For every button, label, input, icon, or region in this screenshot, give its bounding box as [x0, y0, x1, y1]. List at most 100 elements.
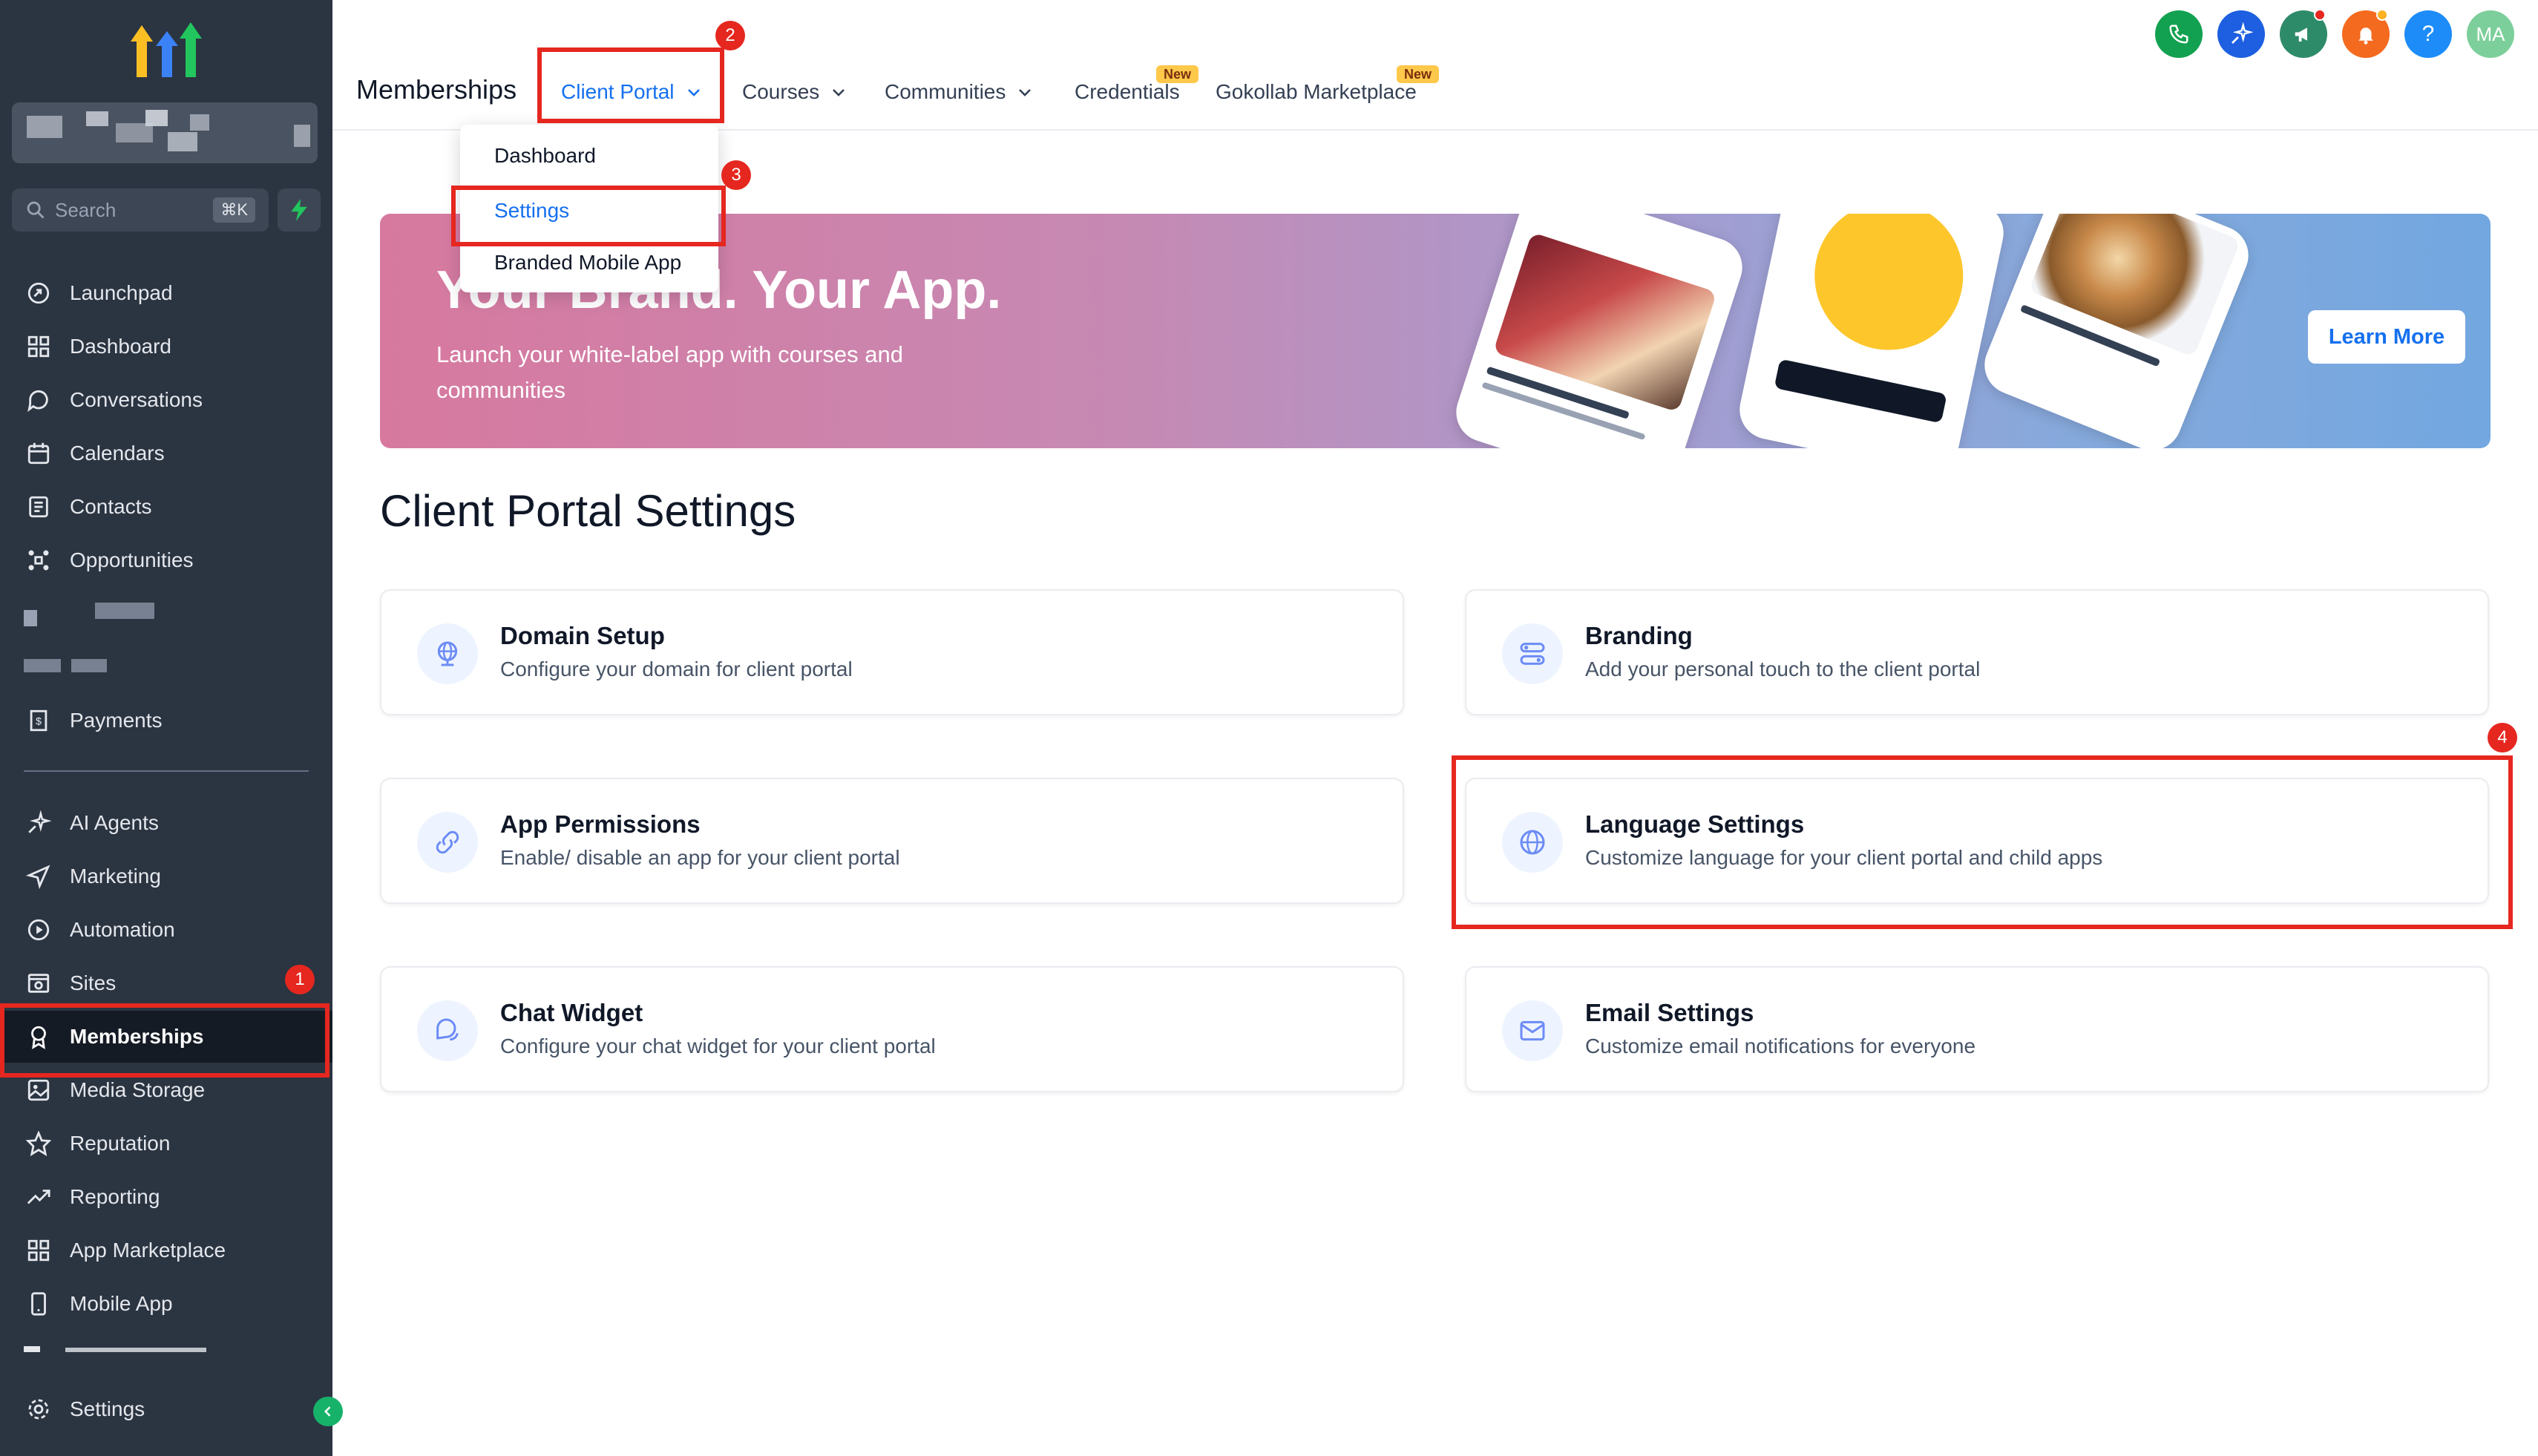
tab-label: Credentials [1075, 80, 1180, 103]
phone-button[interactable] [2155, 10, 2203, 58]
sidebar-item-launchpad[interactable]: Launchpad [0, 267, 332, 319]
card-description: Configure your chat widget for your clie… [500, 1034, 936, 1057]
blurred-item-label [95, 603, 154, 619]
card-domain-setup[interactable]: Domain Setup Configure your domain for c… [380, 589, 1404, 715]
calendar-icon [24, 439, 53, 468]
trend-icon [24, 1182, 53, 1212]
chat-widget-icon [417, 1000, 478, 1061]
card-description: Enable/ disable an app for your client p… [500, 846, 900, 869]
card-title: Chat Widget [500, 999, 643, 1026]
sidebar: Search ⌘K Launchpad Dashboard Conversati… [0, 0, 332, 1456]
chevron-down-icon [1019, 89, 1032, 96]
bell-icon [2358, 27, 2373, 45]
account-switcher[interactable] [12, 102, 318, 163]
sparkle-icon [2232, 22, 2253, 44]
banner-subtitle: Launch your white-label app with courses… [436, 341, 903, 403]
sparkle-icon [24, 808, 53, 838]
logo[interactable] [129, 18, 203, 82]
send-icon [24, 862, 53, 891]
sidebar-item-label: Conversations [70, 388, 203, 411]
sidebar-item-dashboard[interactable]: Dashboard [0, 321, 332, 373]
blurred-item-icon [24, 659, 61, 672]
sidebar-item-label: Contacts [70, 495, 152, 518]
avatar[interactable]: MA [2467, 10, 2514, 58]
notification-dot [2376, 9, 2388, 21]
sidebar-item-label: Opportunities [70, 548, 194, 571]
page-title: Memberships [356, 74, 517, 105]
card-app-permissions[interactable]: App Permissions Enable/ disable an app f… [380, 778, 1404, 904]
tab-credentials[interactable]: Credentials [1075, 80, 1180, 104]
tab-gokollab-marketplace[interactable]: Gokollab Marketplace [1216, 80, 1417, 104]
sidebar-item-reporting[interactable]: Reporting [0, 1171, 332, 1223]
sidebar-item-label: Reporting [70, 1185, 160, 1208]
new-badge: New [1156, 65, 1199, 83]
tab-communities[interactable]: Communities [885, 80, 1034, 104]
sidebar-item-payments[interactable]: $ Payments [0, 695, 332, 747]
dropdown-item-dashboard[interactable]: Dashboard [494, 144, 596, 168]
globe-pin-icon [417, 623, 478, 684]
card-title: App Permissions [500, 810, 701, 838]
card-description: Customize email notifications for everyo… [1585, 1034, 1976, 1057]
card-title: Branding [1585, 622, 1693, 649]
gear-icon [24, 1394, 53, 1424]
phone-mockup [1734, 214, 2010, 448]
partial-item-label [65, 1348, 206, 1352]
ai-assistant-button[interactable] [2217, 10, 2265, 58]
sidebar-item-label: Marketing [70, 865, 161, 888]
card-email-settings[interactable]: Email Settings Customize email notificat… [1465, 966, 2489, 1092]
annotation-badge-2: 2 [715, 21, 745, 50]
sidebar-divider [24, 770, 309, 772]
mobile-icon [24, 1289, 53, 1319]
annotation-badge-4: 4 [2488, 723, 2517, 752]
sidebar-item-label: Mobile App [70, 1292, 173, 1315]
tab-label: Courses [742, 80, 820, 103]
dropdown-item-branded-mobile-app[interactable]: Branded Mobile App [494, 251, 681, 275]
svg-text:$: $ [36, 716, 42, 728]
new-badge: New [1397, 65, 1440, 83]
blurred-item-icon [24, 610, 37, 626]
sidebar-item-app-marketplace[interactable]: App Marketplace [0, 1224, 332, 1276]
phone-mockup [1975, 214, 2257, 448]
sidebar-item-sites[interactable]: Sites [0, 957, 332, 1009]
sidebar-item-label: Launchpad [70, 281, 173, 304]
sidebar-item-opportunities[interactable]: Opportunities [0, 534, 332, 586]
sidebar-item-calendars[interactable]: Calendars [0, 427, 332, 479]
sidebar-item-label: Automation [70, 918, 175, 941]
sidebar-item-mobile-app[interactable]: Mobile App [0, 1278, 332, 1330]
sidebar-item-contacts[interactable]: Contacts [0, 481, 332, 533]
sidebar-item-reputation[interactable]: Reputation [0, 1118, 332, 1170]
chevron-down-icon [833, 89, 845, 96]
link-icon [417, 812, 478, 873]
help-button[interactable]: ? [2404, 10, 2452, 58]
sidebar-item-marketing[interactable]: Marketing [0, 850, 332, 902]
megaphone-icon [2295, 27, 2307, 42]
sidebar-item-label: App Marketplace [70, 1239, 226, 1262]
sidebar-item-settings[interactable]: Settings [0, 1383, 332, 1435]
card-description: Configure your domain for client portal [500, 658, 853, 681]
search-input[interactable]: Search ⌘K [12, 188, 269, 232]
sidebar-item-label: Dashboard [70, 335, 171, 358]
blurred-item-label [71, 659, 107, 672]
card-branding[interactable]: Branding Add your personal touch to the … [1465, 589, 2489, 715]
sidebar-item-label: Settings [70, 1397, 145, 1420]
page-heading: Client Portal Settings [380, 486, 796, 536]
image-icon [24, 1075, 53, 1105]
quick-action-button[interactable] [278, 188, 321, 232]
sidebar-item-automation[interactable]: Automation [0, 904, 332, 956]
notification-dot [2314, 9, 2326, 21]
opportunities-icon [24, 545, 53, 575]
card-title: Domain Setup [500, 622, 665, 649]
tab-courses[interactable]: Courses [742, 80, 847, 104]
sidebar-item-ai-agents[interactable]: AI Agents [0, 797, 332, 849]
phone-mockup [1448, 214, 1751, 448]
collapse-sidebar-button[interactable] [313, 1397, 343, 1426]
sidebar-item-label: Payments [70, 709, 163, 732]
learn-more-button[interactable]: Learn More [2308, 310, 2465, 364]
card-chat-widget[interactable]: Chat Widget Configure your chat widget f… [380, 966, 1404, 1092]
annotation-box-2 [537, 47, 724, 123]
sidebar-item-label: Media Storage [70, 1078, 206, 1101]
mail-icon [1502, 1000, 1563, 1061]
sidebar-item-conversations[interactable]: Conversations [0, 374, 332, 426]
sidebar-item-label: Sites [70, 971, 117, 994]
sidebar-item-label: Calendars [70, 442, 165, 465]
